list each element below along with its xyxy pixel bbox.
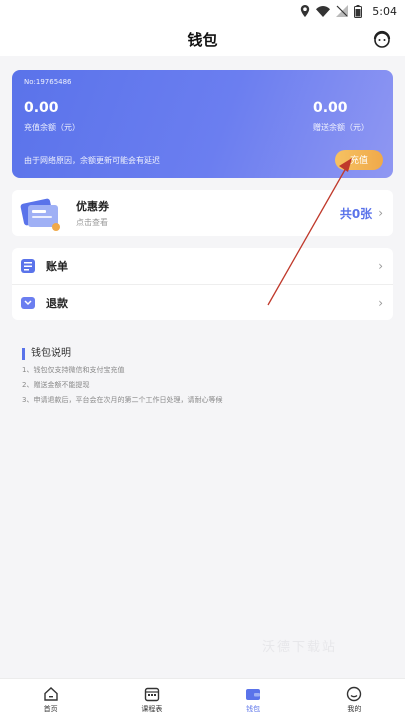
coupon-subtitle: 点击查看 — [76, 218, 108, 227]
recharge-balance-label: 充值余额（元） — [24, 123, 80, 132]
coupon-count: 共0张 — [339, 206, 373, 221]
nav-label: 我的 — [347, 704, 362, 713]
page-title: 钱包 — [187, 30, 218, 49]
wifi-icon — [316, 5, 331, 17]
watermark: 沃德下载站 — [262, 640, 338, 655]
coupon-texts: 优惠券 点击查看 — [76, 198, 109, 228]
balance-card: No:19765486 0.00 充值余额（元） 0.00 赠送余额（元） 由于… — [12, 70, 393, 178]
balance-row: 0.00 充值余额（元） 0.00 赠送余额（元） — [24, 100, 381, 133]
coupon-illustration-icon — [20, 198, 60, 231]
card-number: No:19765486 — [24, 78, 72, 86]
chevron-right-icon: › — [378, 295, 383, 310]
nav-label: 课程表 — [141, 704, 163, 713]
wallet-info-lines: 1、钱包仅支持微信和支付宝充值 2、赠送金额不能提现 3、申请退款后，平台会在次… — [22, 365, 393, 405]
support-icon[interactable] — [371, 28, 393, 50]
chevron-right-icon: › — [378, 206, 383, 220]
list-item-label: 账单 — [46, 260, 68, 273]
bill-icon — [21, 259, 35, 273]
wallet-info-title: 钱包说明 — [22, 348, 393, 360]
nav-item-schedule[interactable]: 课程表 — [101, 679, 202, 720]
home-icon — [43, 686, 58, 701]
list-item-label: 退款 — [46, 296, 68, 310]
wallet-info: 钱包说明 1、钱包仅支持微信和支付宝充值 2、赠送金额不能提现 3、申请退款后，… — [12, 348, 393, 405]
coupon-title: 优惠券 — [76, 200, 109, 213]
wallet-info-line: 2、赠送金额不能提现 — [22, 381, 90, 389]
wallet-content: No:19765486 0.00 充值余额（元） 0.00 赠送余额（元） 由于… — [0, 70, 405, 405]
recharge-balance-amount: 0.00 — [24, 100, 59, 116]
bottom-nav: 首页 课程表 钱包 我的 — [0, 678, 405, 720]
wallet-icon — [246, 688, 261, 700]
wallet-info-line: 3、申请退款后，平台会在次月的第二个工作日处理，请耐心等候 — [22, 396, 223, 404]
gift-balance: 0.00 赠送余额（元） — [313, 100, 369, 133]
nav-label: 钱包 — [246, 704, 261, 713]
recharge-balance: 0.00 充值余额（元） — [24, 100, 80, 133]
nav-item-profile[interactable]: 我的 — [304, 679, 405, 720]
gift-balance-label: 赠送余额（元） — [313, 123, 369, 132]
balance-delay-note: 由于网络原因，余额更新可能会有延迟 — [24, 156, 160, 165]
location-icon — [301, 5, 310, 17]
list-item-refund[interactable]: 退款 › — [12, 284, 393, 320]
status-bar: 5:04 — [0, 0, 405, 22]
profile-icon — [347, 686, 362, 701]
nav-item-wallet[interactable]: 钱包 — [203, 679, 304, 720]
nav-item-home[interactable]: 首页 — [0, 679, 101, 720]
schedule-icon — [144, 687, 160, 701]
battery-icon — [354, 4, 363, 18]
list-item-bill[interactable]: 账单 › — [12, 248, 393, 284]
header: 钱包 — [0, 22, 405, 56]
refund-icon — [21, 296, 35, 309]
nav-label: 首页 — [43, 704, 58, 713]
wallet-info-line: 1、钱包仅支持微信和支付宝充值 — [22, 366, 125, 374]
status-time: 5:04 — [372, 4, 397, 18]
gift-balance-amount: 0.00 — [313, 100, 348, 116]
chevron-right-icon: › — [378, 259, 383, 273]
no-signal-icon — [336, 5, 349, 17]
recharge-button[interactable]: 充值 — [335, 150, 383, 170]
wallet-menu-list: 账单 › 退款 › — [12, 248, 393, 320]
coupon-count-group: 共0张 › — [340, 205, 383, 222]
coupon-entry[interactable]: 优惠券 点击查看 共0张 › — [12, 190, 393, 236]
